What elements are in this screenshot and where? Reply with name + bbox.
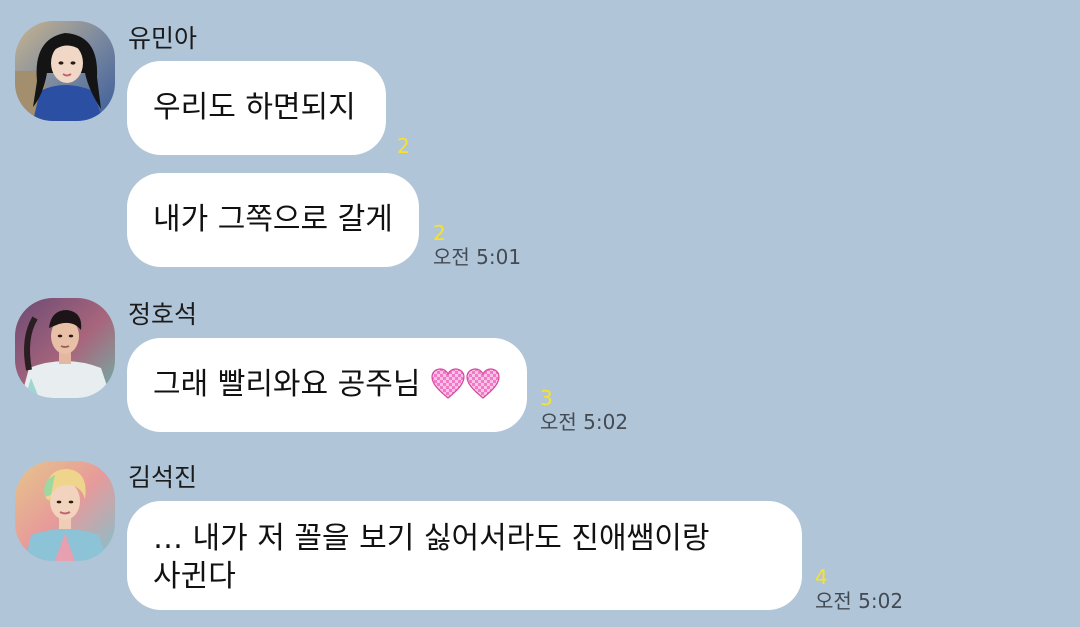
message-text-line: 사귄다 [153, 559, 236, 594]
message-bubble[interactable]: 우리도 하면되지 [127, 61, 386, 155]
message-bubble[interactable]: 내가 그쪽으로 갈게 [127, 173, 419, 267]
message-text: 우리도 하면되지 [153, 90, 356, 125]
message-time: 오전 5:01 [433, 245, 522, 269]
message-bubble[interactable]: 그래 빨리와요 공주님 [127, 338, 527, 432]
unread-count: 2 [397, 134, 410, 158]
pink-checkered-heart-emoji [431, 368, 465, 399]
message-text-line: … 내가 저 꼴을 보기 싫어서라도 진애쌤이랑 [153, 521, 710, 556]
message-time: 오전 5:02 [815, 589, 904, 613]
message-text: … 내가 저 꼴을 보기 싫어서라도 진애쌤이랑 사귄다 [153, 520, 709, 596]
message-text: 그래 빨리와요 공주님 [153, 366, 500, 404]
avatar-jeonghoseok[interactable] [15, 298, 115, 398]
message-bubble[interactable]: … 내가 저 꼴을 보기 싫어서라도 진애쌤이랑 사귄다 [127, 501, 802, 610]
chat-room: 유민아 우리도 하면되지 2 내가 그쪽으로 갈게 2 오전 5:01 정호석 … [0, 0, 1080, 627]
avatar-yumina[interactable] [15, 21, 115, 121]
unread-count: 3 [540, 386, 553, 410]
message-time: 오전 5:02 [540, 410, 629, 434]
avatar-kimseokjin[interactable] [15, 461, 115, 561]
sender-name: 유민아 [128, 24, 198, 53]
message-text-content: 그래 빨리와요 공주님 [153, 367, 421, 402]
sender-name: 정호석 [128, 300, 198, 329]
pink-checkered-heart-emoji [466, 368, 500, 399]
unread-count: 4 [815, 565, 828, 589]
unread-count: 2 [433, 221, 446, 245]
message-text: 내가 그쪽으로 갈게 [153, 202, 393, 237]
sender-name: 김석진 [128, 463, 198, 492]
